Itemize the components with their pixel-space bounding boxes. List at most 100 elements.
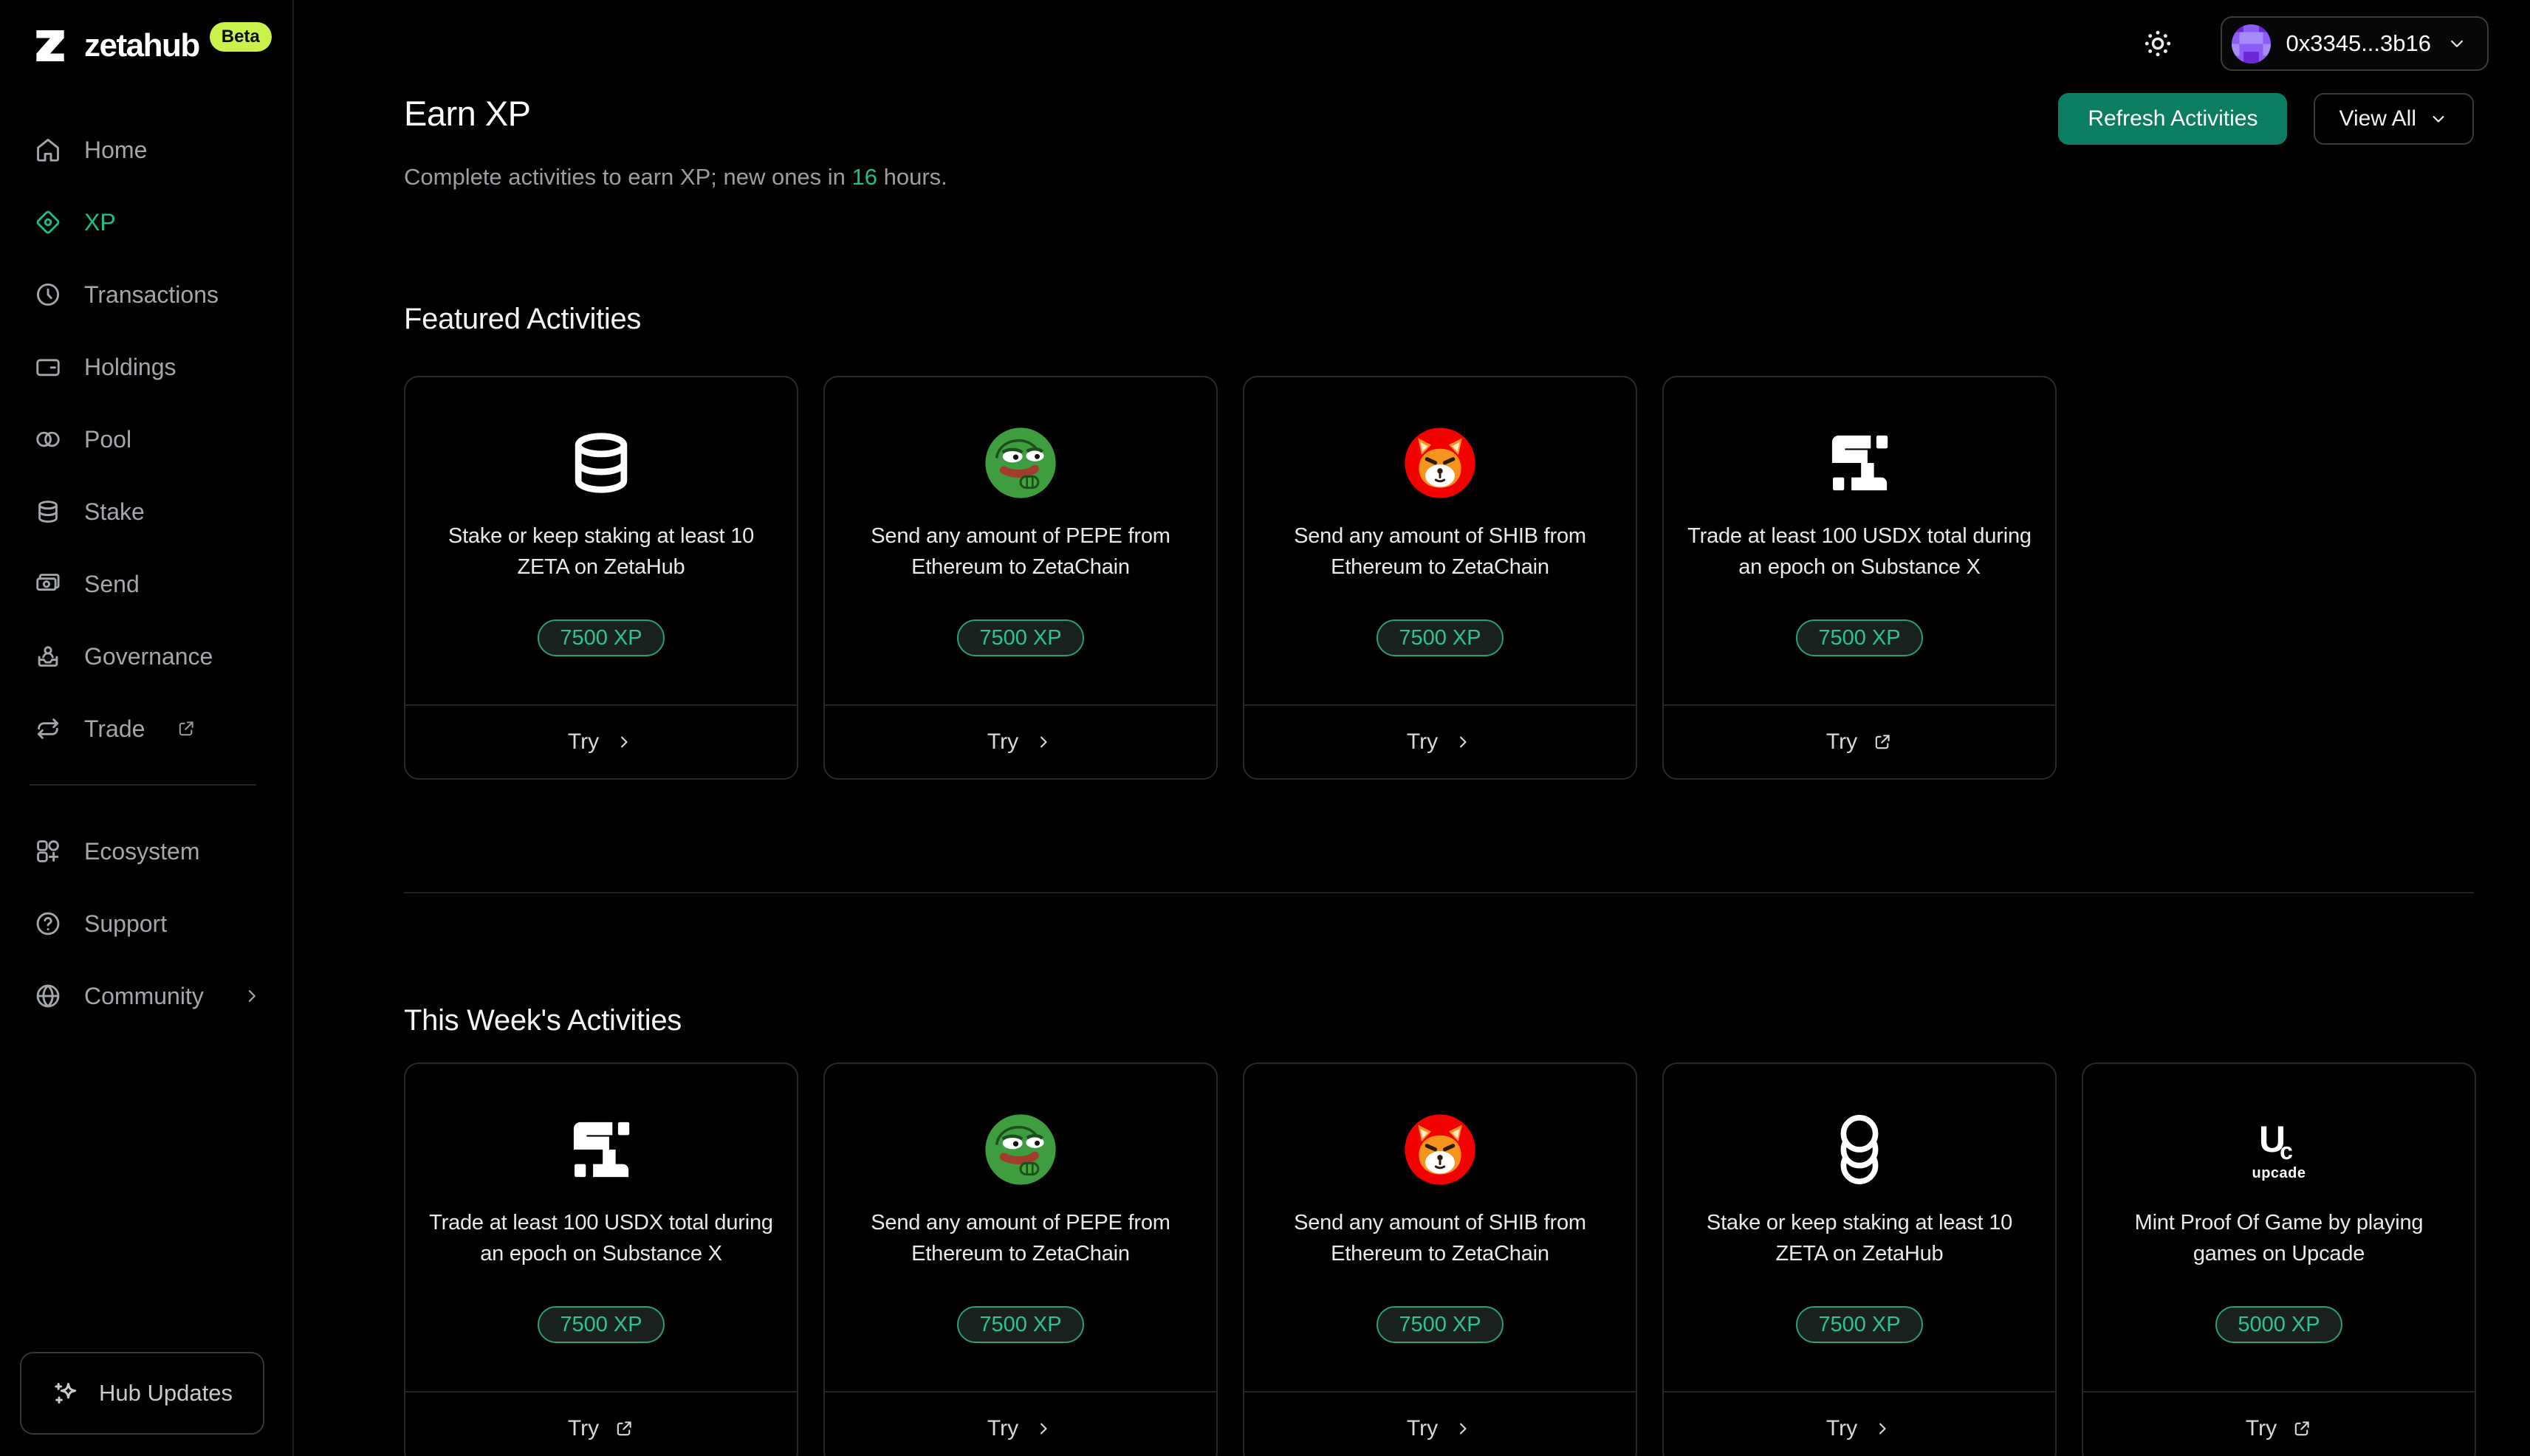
chevron-down-icon (2451, 40, 2463, 47)
sun-icon (2145, 30, 2171, 57)
sidebar-item-send[interactable]: Send (0, 548, 292, 620)
coins-stack-icon (1824, 1111, 1895, 1188)
activity-title: Stake or keep staking at least 10 ZETA o… (448, 524, 755, 579)
chevron-right-icon (1460, 1423, 1467, 1435)
pepe-icon (982, 425, 1059, 501)
earn-xp-page: Earn XP Complete activities to earn XP; … (294, 93, 2530, 1456)
activity-card-send-shib: Send any amount of SHIB from Ethereum to… (1243, 1062, 1637, 1456)
brand-logo[interactable]: zetahub Beta (0, 0, 292, 66)
substance-x-icon (566, 1111, 637, 1188)
activity-card-send-shib: Send any amount of SHIB from Ethereum to… (1243, 376, 1637, 780)
sidebar-item-holdings[interactable]: Holdings (0, 331, 292, 403)
home-icon (37, 138, 59, 162)
try-button[interactable]: Try (1664, 704, 2055, 778)
swap-icon (37, 718, 59, 739)
card-icon (36, 359, 60, 377)
external-link-icon (617, 1421, 631, 1436)
external-link-icon (1875, 735, 1890, 749)
chevron-right-icon (1879, 1423, 1886, 1435)
activity-card-mint-upcade: Uc upcade Mint Proof Of Game by playing … (2082, 1062, 2476, 1456)
try-button[interactable]: Try (825, 704, 1216, 778)
try-button[interactable]: Try (405, 1391, 797, 1456)
activity-card-trade-usdx: Trade at least 100 USDX total during an … (404, 1062, 798, 1456)
sidebar-item-governance[interactable]: Governance (0, 620, 292, 693)
sidebar-item-xp[interactable]: XP (0, 186, 292, 258)
activity-card-stake-zeta: Stake or keep staking at least 10 ZETA o… (404, 376, 798, 780)
activity-card-stake-zeta: Stake or keep staking at least 10 ZETA o… (1662, 1062, 2057, 1456)
sidebar-item-home[interactable]: Home (0, 114, 292, 186)
xp-diamond-icon (36, 210, 60, 234)
activity-title: Send any amount of SHIB from Ethereum to… (1294, 524, 1586, 579)
sidebar-item-transactions[interactable]: Transactions (0, 258, 292, 331)
sidebar-divider (30, 784, 256, 786)
xp-badge: 7500 XP (1796, 619, 1923, 656)
globe-icon (36, 984, 60, 1008)
sidebar-item-ecosystem[interactable]: Ecosystem (0, 815, 292, 887)
xp-badge: 7500 XP (1796, 1306, 1923, 1343)
zetahub-logo-icon (30, 25, 71, 66)
xp-badge: 7500 XP (538, 619, 665, 656)
try-button[interactable]: Try (825, 1391, 1216, 1456)
activity-title: Trade at least 100 USDX total during an … (429, 1211, 773, 1266)
page-header: Earn XP Complete activities to earn XP; … (404, 93, 947, 192)
section-title: This Week's Activities (404, 1004, 682, 1037)
sidebar-item-trade[interactable]: Trade (0, 693, 292, 765)
activity-title: Mint Proof Of Game by playing games on U… (2134, 1211, 2424, 1266)
xp-badge: 7500 XP (957, 1306, 1084, 1343)
help-circle-icon (36, 912, 60, 935)
activity-card-trade-usdx: Trade at least 100 USDX total during an … (1662, 376, 2057, 780)
substance-x-icon (1824, 425, 1895, 501)
chevron-down-icon (2433, 116, 2444, 123)
hub-updates-button[interactable]: Hub Updates (20, 1352, 264, 1435)
try-button[interactable]: Try (1664, 1391, 2055, 1456)
main-content: 0x3345...3b16 Earn XP Complete activitie… (294, 0, 2530, 1456)
sidebar-item-stake[interactable]: Stake (0, 475, 292, 548)
xp-badge: 7500 XP (957, 619, 1084, 656)
sidebar-item-support[interactable]: Support (0, 887, 292, 960)
database-icon (38, 501, 58, 523)
brand-name: zetahub (84, 27, 200, 63)
hours-highlight: 16 (851, 164, 878, 190)
activity-title: Send any amount of PEPE from Ethereum to… (871, 1211, 1170, 1266)
topbar: 0x3345...3b16 (294, 0, 2530, 71)
shib-icon (1402, 425, 1478, 501)
try-button[interactable]: Try (2083, 1391, 2475, 1456)
view-all-button[interactable]: View All (2314, 93, 2474, 145)
try-button[interactable]: Try (1244, 1391, 1636, 1456)
week-activities-section: This Week's Activities Trade at least 10… (404, 1004, 2476, 1456)
wallet-button[interactable]: 0x3345...3b16 (2221, 16, 2489, 71)
xp-badge: 5000 XP (2215, 1306, 2342, 1343)
beta-badge: Beta (209, 22, 272, 52)
activity-title: Send any amount of SHIB from Ethereum to… (1294, 1211, 1586, 1266)
page-title: Earn XP (404, 94, 531, 133)
try-button[interactable]: Try (1244, 704, 1636, 778)
sidebar-item-pool[interactable]: Pool (0, 403, 292, 475)
chevron-right-icon (1041, 736, 1047, 748)
section-title: Featured Activities (404, 303, 642, 335)
xp-badge: 7500 XP (1377, 1306, 1504, 1343)
refresh-activities-button[interactable]: Refresh Activities (2058, 93, 2288, 145)
chevron-right-icon (1460, 736, 1467, 748)
clock-icon (36, 283, 60, 306)
activity-title: Stake or keep staking at least 10 ZETA o… (1706, 1211, 2013, 1266)
external-link-icon (179, 721, 194, 736)
try-button[interactable]: Try (405, 704, 797, 778)
sidebar: zetahub Beta Home XP Transactions Holdin… (0, 0, 294, 1456)
section-divider (404, 892, 2474, 893)
chevron-right-icon (1041, 1423, 1047, 1435)
xp-badge: 7500 XP (538, 1306, 665, 1343)
sidebar-nav: Home XP Transactions Holdings Pool Stake… (0, 114, 292, 1032)
chevron-right-icon (248, 990, 256, 1002)
activity-card-send-pepe: Send any amount of PEPE from Ethereum to… (823, 1062, 1218, 1456)
xp-badge: 7500 XP (1377, 619, 1504, 656)
page-subtitle: Complete activities to earn XP; new ones… (404, 164, 947, 190)
external-link-icon (2294, 1421, 2309, 1436)
ballot-icon (38, 646, 58, 667)
database-icon (564, 425, 638, 501)
wallet-address: 0x3345...3b16 (2286, 30, 2431, 56)
theme-toggle-button[interactable] (2141, 27, 2175, 61)
sparkles-icon (55, 1383, 77, 1404)
sidebar-item-community[interactable]: Community (0, 960, 292, 1032)
banknote-icon (36, 574, 60, 591)
upcade-logo-text: upcade (2252, 1164, 2306, 1181)
